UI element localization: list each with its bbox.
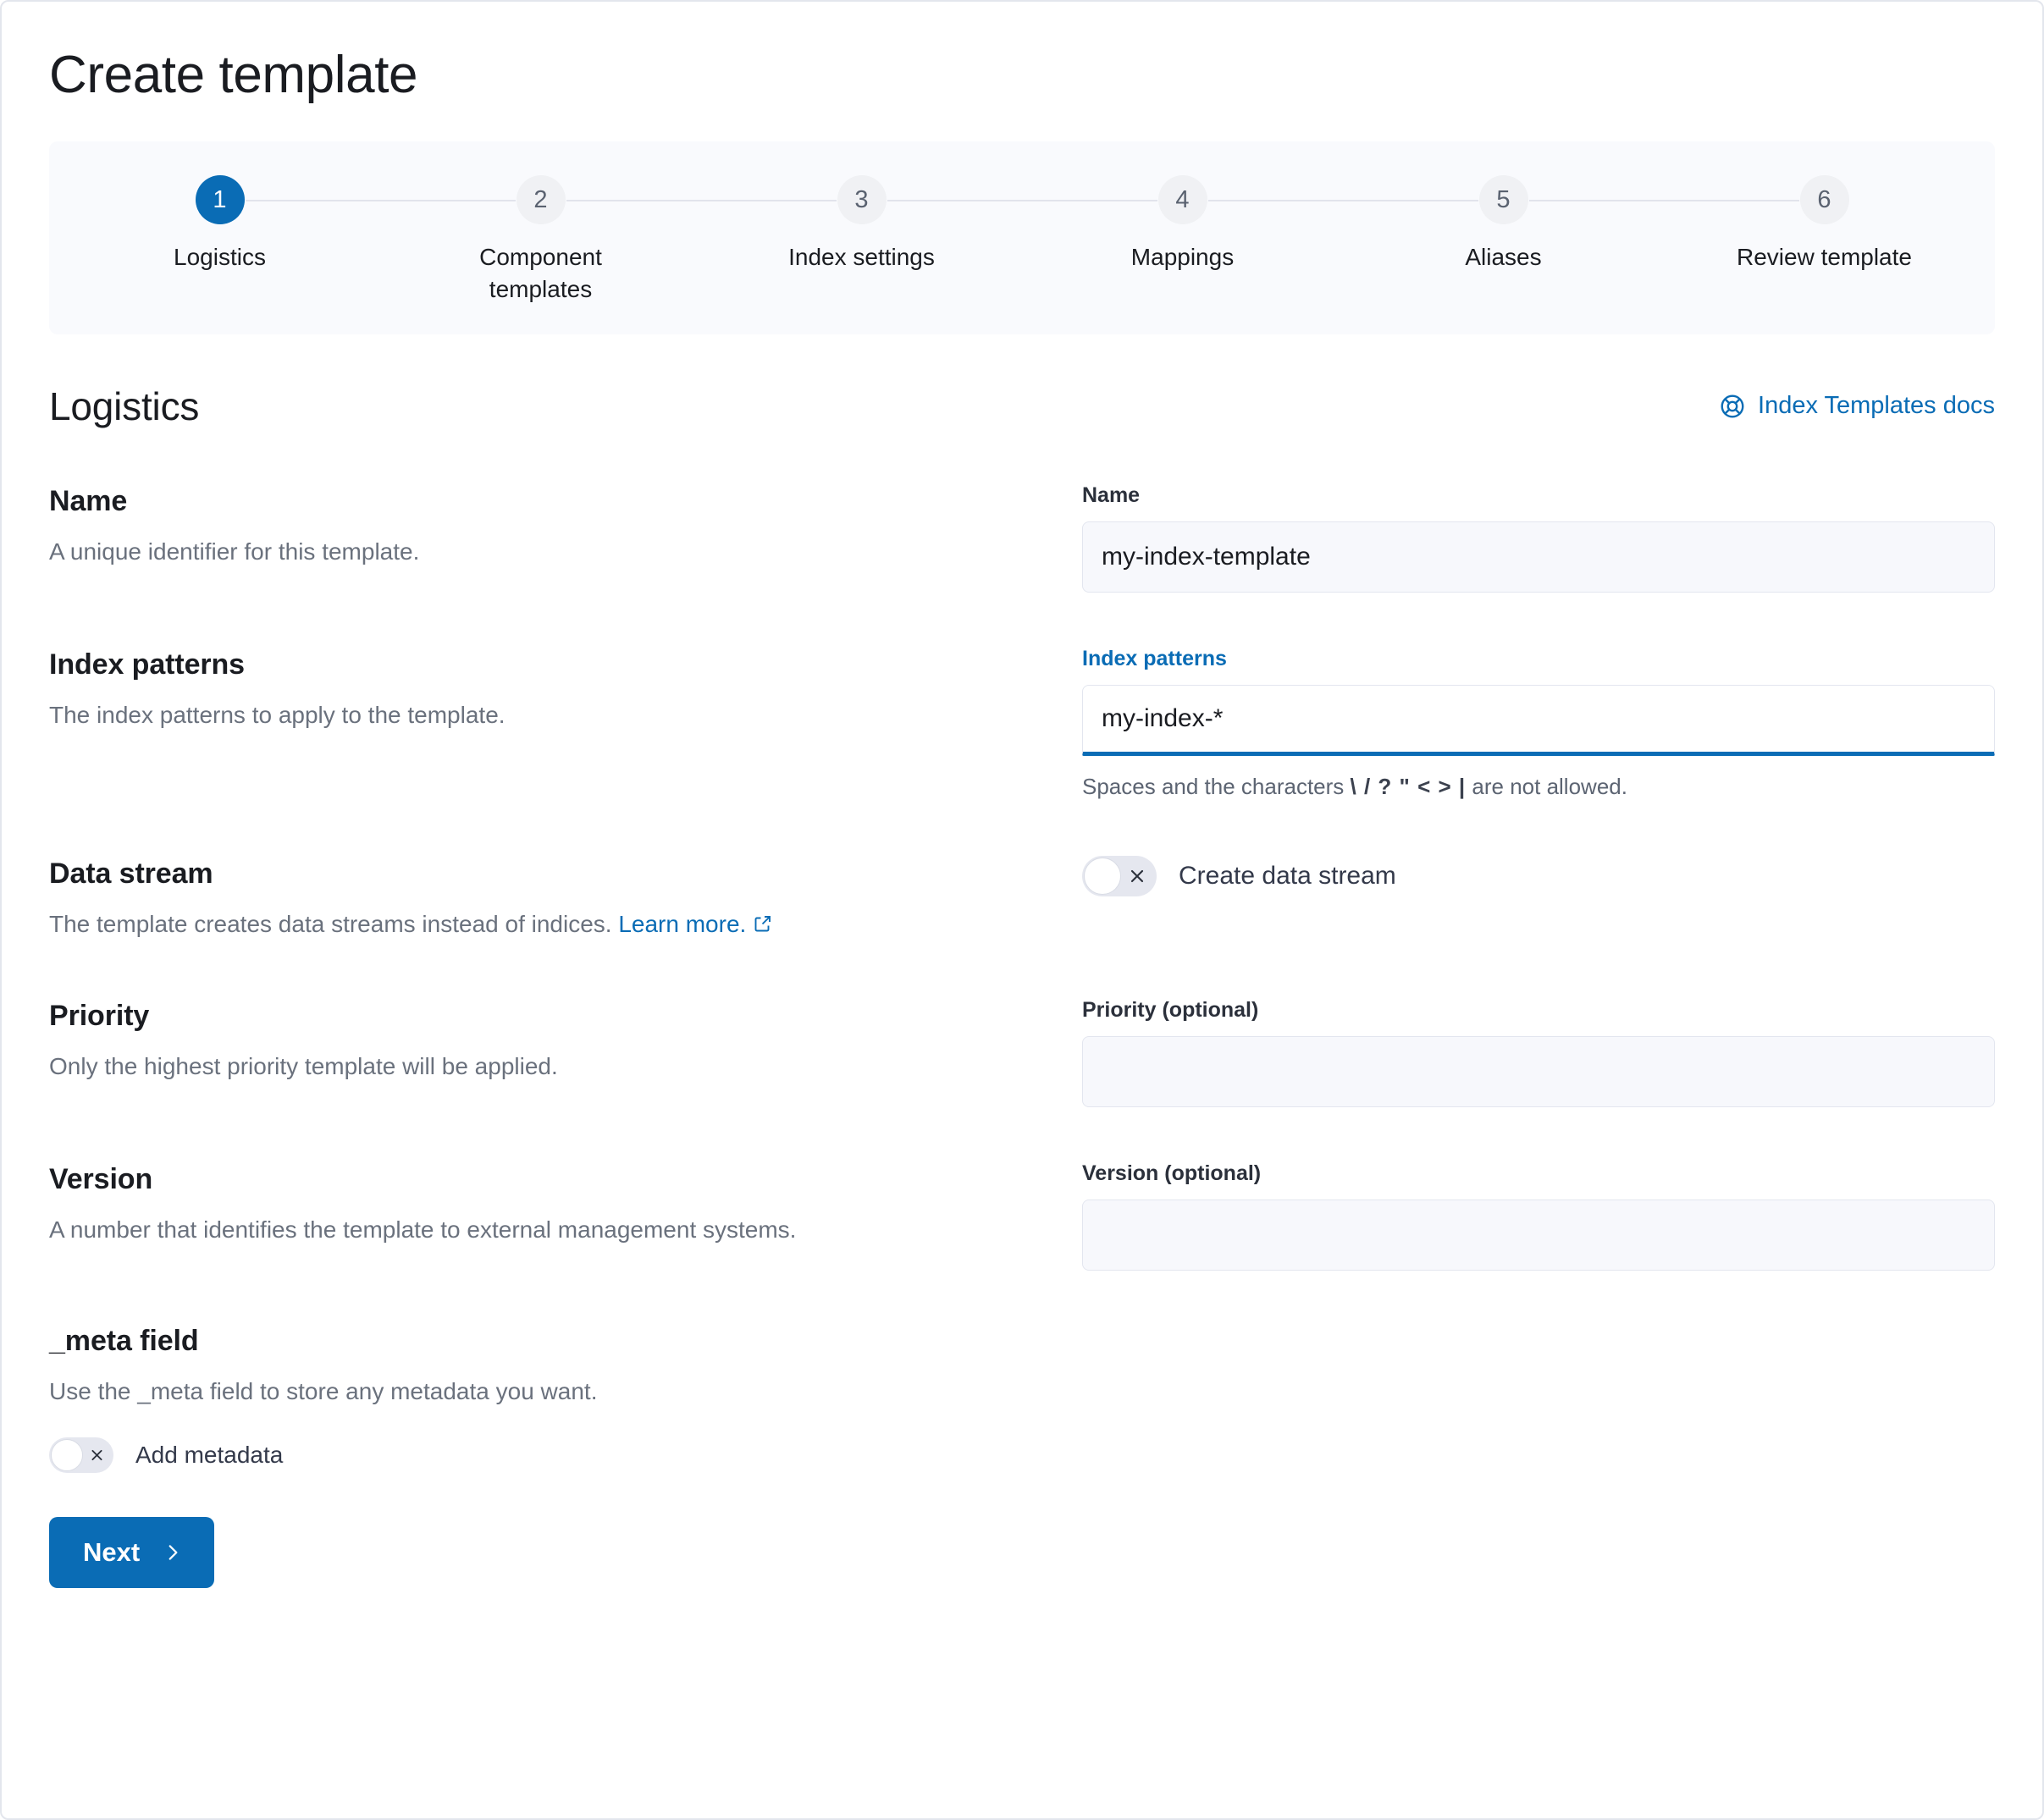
close-icon — [1129, 868, 1146, 885]
chevron-right-icon — [162, 1541, 184, 1564]
next-button[interactable]: Next — [49, 1517, 214, 1588]
priority-input-label: Priority (optional) — [1082, 998, 1995, 1023]
step-label-4: Mappings — [1131, 241, 1234, 273]
field-row-version: Version A number that identifies the tem… — [49, 1161, 1995, 1271]
step-connector-left — [1343, 200, 1478, 201]
step-logistics[interactable]: 1 Logistics — [59, 175, 380, 273]
version-field-title: Version — [49, 1163, 1031, 1196]
step-connector-right — [246, 200, 381, 201]
toggle-knob — [1084, 858, 1121, 895]
priority-field-description: Only the highest priority template will … — [49, 1050, 1031, 1084]
docs-link-label: Index Templates docs — [1758, 392, 1995, 420]
help-suffix: are not allowed. — [1466, 774, 1627, 799]
create-template-page: Create template 1 Logistics 2 Component … — [0, 0, 2044, 1820]
data-stream-toggle-row: Create data stream — [1082, 856, 1995, 896]
step-connector-right — [887, 200, 1023, 201]
add-metadata-toggle-row: Add metadata — [49, 1437, 1995, 1473]
step-number-4: 4 — [1158, 175, 1207, 224]
lifebuoy-icon — [1719, 393, 1746, 420]
field-row-name: Name A unique identifier for this templa… — [49, 483, 1995, 593]
name-field-title: Name — [49, 485, 1031, 518]
next-button-label: Next — [83, 1537, 140, 1568]
step-label-5: Aliases — [1465, 241, 1541, 273]
help-prefix: Spaces and the characters — [1082, 774, 1351, 799]
step-connector-right — [1208, 200, 1344, 201]
version-field-description: A number that identifies the template to… — [49, 1213, 1031, 1248]
toggle-knob — [51, 1439, 83, 1471]
create-data-stream-label: Create data stream — [1179, 862, 1396, 891]
step-connector-right — [566, 200, 702, 201]
step-component-templates[interactable]: 2 Component templates — [380, 175, 701, 306]
step-number-2: 2 — [517, 175, 566, 224]
step-mappings[interactable]: 4 Mappings — [1022, 175, 1343, 273]
meta-field-description: Use the _meta field to store any metadat… — [49, 1375, 1995, 1409]
index-patterns-help-text: Spaces and the characters \ / ? " < > | … — [1082, 771, 1995, 802]
index-patterns-field-title: Index patterns — [49, 648, 1031, 681]
section-title: Logistics — [49, 383, 199, 429]
index-patterns-input-label: Index patterns — [1082, 647, 1995, 671]
close-icon — [90, 1448, 104, 1463]
wizard-footer: Next — [49, 1517, 1995, 1639]
meta-field-title: _meta field — [49, 1325, 1995, 1358]
field-row-index-patterns: Index patterns The index patterns to app… — [49, 647, 1995, 802]
external-link-icon — [753, 909, 773, 944]
step-number-1: 1 — [196, 175, 245, 224]
step-label-2: Component templates — [444, 241, 638, 306]
version-input-label: Version (optional) — [1082, 1161, 1995, 1186]
index-templates-docs-link[interactable]: Index Templates docs — [1719, 392, 1995, 420]
priority-field-title: Priority — [49, 1000, 1031, 1033]
index-patterns-input[interactable] — [1082, 685, 1995, 756]
step-index-settings[interactable]: 3 Index settings — [701, 175, 1022, 273]
page-title: Create template — [49, 47, 1995, 102]
version-input[interactable] — [1082, 1200, 1995, 1271]
step-review-template[interactable]: 6 Review template — [1664, 175, 1985, 273]
data-stream-learn-more-link[interactable]: Learn more. — [618, 911, 746, 937]
step-label-6: Review template — [1737, 241, 1912, 273]
field-row-meta: _meta field Use the _meta field to store… — [49, 1325, 1995, 1474]
name-input-label: Name — [1082, 483, 1995, 508]
add-metadata-label: Add metadata — [135, 1442, 283, 1469]
add-metadata-toggle[interactable] — [49, 1437, 113, 1473]
step-connector-right — [1529, 200, 1665, 201]
step-label-3: Index settings — [788, 241, 935, 273]
step-label-1: Logistics — [174, 241, 266, 273]
name-field-description: A unique identifier for this template. — [49, 535, 1031, 570]
name-input[interactable] — [1082, 521, 1995, 593]
data-stream-description-text: The template creates data streams instea… — [49, 911, 612, 937]
section-header: Logistics Index Templates docs — [49, 383, 1995, 429]
step-number-5: 5 — [1479, 175, 1528, 224]
index-patterns-field-description: The index patterns to apply to the templ… — [49, 698, 1031, 733]
step-connector-left — [1022, 200, 1157, 201]
step-connector-left — [701, 200, 837, 201]
field-row-priority: Priority Only the highest priority templ… — [49, 998, 1995, 1107]
data-stream-field-title: Data stream — [49, 858, 1031, 891]
create-data-stream-toggle[interactable] — [1082, 856, 1157, 896]
step-connector-left — [1664, 200, 1799, 201]
field-row-data-stream: Data stream The template creates data st… — [49, 856, 1995, 944]
step-aliases[interactable]: 5 Aliases — [1343, 175, 1664, 273]
step-number-3: 3 — [837, 175, 887, 224]
step-connector-left — [380, 200, 516, 201]
wizard-stepper: 1 Logistics 2 Component templates 3 Inde… — [49, 141, 1995, 334]
data-stream-field-description: The template creates data streams instea… — [49, 907, 1031, 944]
step-number-6: 6 — [1800, 175, 1849, 224]
priority-input[interactable] — [1082, 1036, 1995, 1107]
help-forbidden-chars: \ / ? " < > | — [1351, 774, 1467, 799]
